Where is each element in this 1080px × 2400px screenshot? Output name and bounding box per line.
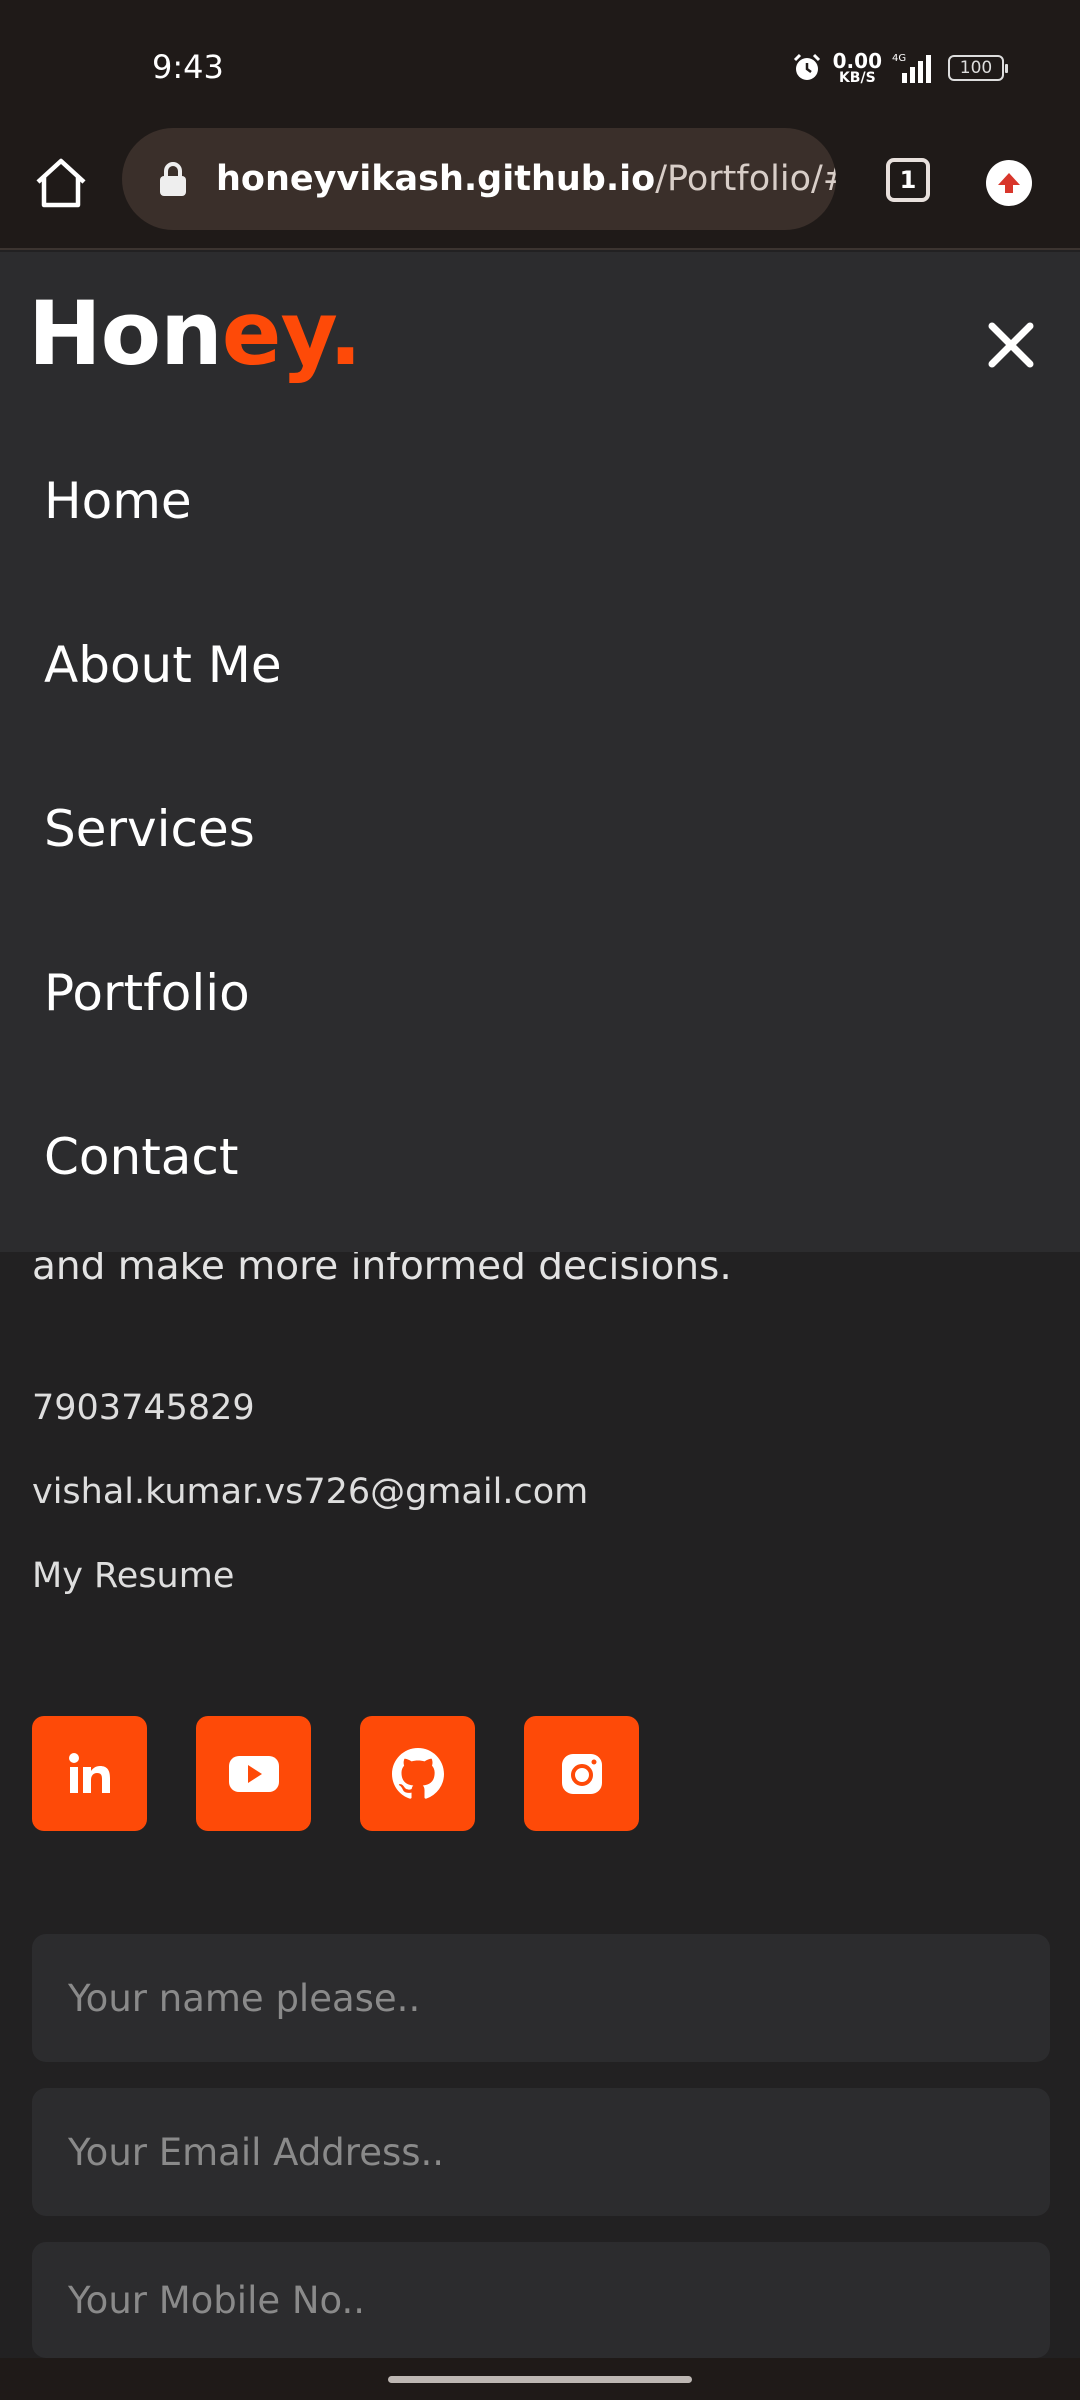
status-icons: 0.00 KB/S 4G 100 xyxy=(791,48,1008,88)
status-time: 9:43 xyxy=(152,48,224,86)
resume-link[interactable]: My Resume xyxy=(32,1556,234,1596)
nav-item-services[interactable]: Services xyxy=(44,800,282,964)
logo-part-2: ey xyxy=(221,282,330,385)
social-links xyxy=(32,1716,639,1831)
network-type: 4G xyxy=(892,53,906,64)
browser-toolbar: honeyvikash.github.io/Portfolio/#cont 1 xyxy=(0,118,1080,250)
nav-item-portfolio[interactable]: Portfolio xyxy=(44,964,282,1128)
address-bar[interactable]: honeyvikash.github.io/Portfolio/#cont xyxy=(122,128,836,230)
update-button[interactable] xyxy=(986,160,1032,206)
arrow-up-icon xyxy=(998,173,1020,193)
name-field[interactable] xyxy=(32,1934,1050,2062)
lock-icon xyxy=(160,162,186,196)
nav-item-about[interactable]: About Me xyxy=(44,636,282,800)
youtube-button[interactable] xyxy=(196,1716,311,1831)
nav-item-contact[interactable]: Contact xyxy=(44,1128,282,1292)
nav-item-home[interactable]: Home xyxy=(44,472,282,636)
logo-part-3: . xyxy=(328,282,362,385)
net-speed-value: 0.00 xyxy=(832,49,882,73)
linkedin-button[interactable] xyxy=(32,1716,147,1831)
email-address[interactable]: vishal.kumar.vs726@gmail.com xyxy=(32,1472,588,1512)
mobile-field[interactable] xyxy=(32,2242,1050,2358)
net-speed-unit: KB/S xyxy=(838,70,876,86)
email-field[interactable] xyxy=(32,2088,1050,2216)
battery-icon: 100 xyxy=(948,55,1008,81)
logo[interactable]: Honey. xyxy=(28,282,362,385)
gesture-handle[interactable] xyxy=(388,2376,692,2383)
tab-switcher-button[interactable]: 1 xyxy=(886,158,930,202)
url-host: honeyvikash.github.io xyxy=(216,159,656,199)
logo-part-1: Hon xyxy=(28,282,223,385)
instagram-button[interactable] xyxy=(524,1716,639,1831)
youtube-icon xyxy=(228,1755,279,1792)
linkedin-icon xyxy=(68,1752,110,1793)
system-navigation-bar xyxy=(0,2358,1080,2400)
home-icon[interactable] xyxy=(32,154,90,212)
signal-icon: 4G xyxy=(892,53,931,83)
url-path: /Portfolio/#cont xyxy=(655,159,836,199)
net-speed: 0.00 KB/S xyxy=(833,51,882,85)
nav-list: Home About Me Services Portfolio Contact xyxy=(44,472,282,1292)
nav-menu-overlay: Honey. Home About Me Services Portfolio … xyxy=(0,252,1080,1252)
status-bar: 9:43 0.00 KB/S 4G 100 xyxy=(0,0,1080,118)
instagram-icon xyxy=(561,1753,602,1794)
github-button[interactable] xyxy=(360,1716,475,1831)
close-icon[interactable] xyxy=(984,318,1038,372)
github-icon xyxy=(391,1747,444,1799)
alarm-icon xyxy=(793,53,820,80)
phone-number[interactable]: 7903745829 xyxy=(32,1388,255,1428)
url-text: honeyvikash.github.io/Portfolio/#cont xyxy=(216,159,836,199)
